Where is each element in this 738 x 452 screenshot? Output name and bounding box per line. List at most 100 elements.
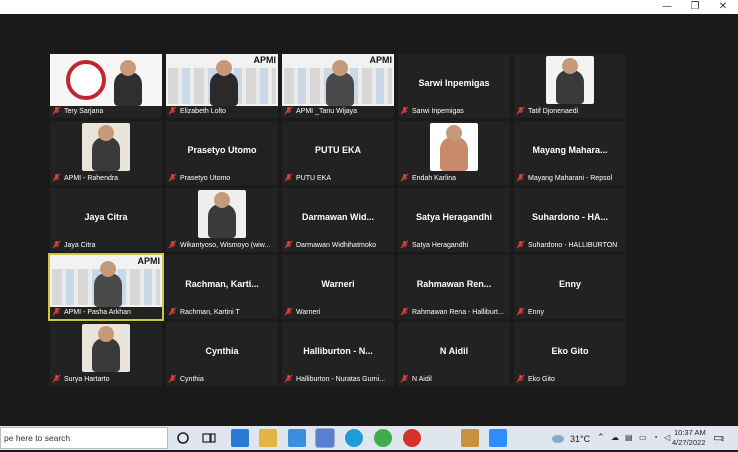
weather-icon[interactable]: [551, 431, 565, 443]
participant-name-label: Tatif Djonenaedi: [516, 106, 624, 117]
participant-video: [114, 60, 142, 106]
participant-tile[interactable]: APMI APMI - Pasha Arkhan: [48, 253, 164, 321]
participant-name-label: Elizabeth Lolto: [168, 106, 276, 117]
virtual-background: APMI: [166, 54, 278, 106]
muted-mic-icon: [516, 240, 525, 249]
participant-name-label: Sarwi Inpemigas: [400, 106, 508, 117]
edge-icon[interactable]: [345, 429, 363, 447]
participant-display-name: Halliburton - N...: [303, 346, 373, 356]
participant-name-label: Mayang Maharani - Repsol: [516, 173, 624, 184]
participant-name: Prasetyo Utomo: [180, 175, 231, 182]
participant-name-label: Warneri: [284, 307, 392, 318]
participant-name: Sarwi Inpemigas: [412, 108, 464, 115]
participant-tile[interactable]: Surya Hartarto: [50, 322, 162, 386]
participant-video: [198, 190, 246, 238]
printer-icon[interactable]: ▤: [625, 433, 633, 442]
participant-tile[interactable]: Prasetyo Utomo Prasetyo Utomo: [166, 121, 278, 185]
restore-button[interactable]: ❐: [680, 0, 710, 14]
muted-mic-icon: [516, 173, 525, 182]
video-gallery: Tery Sarjana APMI Elizabeth Lolto APMI APMI …: [0, 14, 738, 426]
participant-tile[interactable]: Tatif Djonenaedi: [514, 54, 626, 118]
file-explorer-icon[interactable]: [259, 429, 277, 447]
participant-name: Tatif Djonenaedi: [528, 108, 579, 115]
taskbar-search-input[interactable]: pe here to search: [0, 427, 168, 449]
participant-tile[interactable]: Sarwi Inpemigas Sarwi Inpemigas: [398, 54, 510, 118]
mail-icon[interactable]: [231, 429, 249, 447]
participant-name-label: Suhardono - HALLIBURTON: [516, 240, 624, 251]
participant-tile[interactable]: Tery Sarjana: [50, 54, 162, 118]
participant-name: Eko Gito: [528, 376, 555, 383]
muted-mic-icon: [516, 307, 525, 316]
participant-display-name: Satya Heragandhi: [415, 212, 493, 222]
ipa-logo-icon: [66, 60, 106, 100]
battery-icon[interactable]: ▭: [639, 433, 647, 442]
close-button[interactable]: ✕: [708, 0, 738, 14]
volume-icon[interactable]: ◁: [664, 433, 670, 442]
apmi-logo-text: APMI: [369, 55, 393, 65]
participant-name: Endah Karlina: [412, 175, 456, 182]
participant-tile[interactable]: Endah Karlina: [398, 121, 510, 185]
participant-tile[interactable]: Rahmawan Ren... Rahmawan Rena - Halliburt…: [398, 255, 510, 319]
weather-temperature[interactable]: 31°C: [570, 434, 590, 444]
task-view-icon[interactable]: [200, 429, 218, 447]
participant-name-label: APMI _Tanu Wijaya: [284, 106, 392, 117]
cortana-icon[interactable]: [174, 429, 192, 447]
clock-date[interactable]: 4/27/2022: [672, 438, 705, 447]
store-icon[interactable]: [288, 429, 306, 447]
virtual-background: APMI: [282, 54, 394, 106]
app-icon[interactable]: [461, 429, 479, 447]
chrome-icon[interactable]: [374, 429, 392, 447]
participant-video: [546, 56, 594, 104]
chevron-up-icon[interactable]: ⌃: [597, 432, 605, 443]
participant-tile[interactable]: Warneri Warneri: [282, 255, 394, 319]
title-bar: — ❐ ✕: [0, 0, 738, 14]
participant-name-label: Eko Gito: [516, 374, 624, 385]
wifi-icon[interactable]: ◔: [653, 433, 658, 442]
participant-tile[interactable]: Eko Gito Eko Gito: [514, 322, 626, 386]
muted-mic-icon: [516, 106, 525, 115]
participant-tile[interactable]: APMI APMI _Tanu Wijaya: [282, 54, 394, 118]
zoom-app-icon[interactable]: [315, 428, 335, 448]
muted-mic-icon: [400, 106, 409, 115]
muted-mic-icon: [168, 240, 177, 249]
virtual-background: [50, 54, 162, 106]
muted-mic-icon: [284, 240, 293, 249]
participant-name-label: Prasetyo Utomo: [168, 173, 276, 184]
participant-name: APMI - Rahendra: [64, 175, 119, 182]
participant-display-name: PUTU EKA: [314, 145, 361, 155]
participant-name-label: Tery Sarjana: [52, 106, 160, 117]
participant-tile[interactable]: PUTU EKA PUTU EKA: [282, 121, 394, 185]
participant-name: Halliburton - Nuratas Gurni...: [296, 376, 386, 383]
participant-tile[interactable]: Enny Enny: [514, 255, 626, 319]
participant-tile[interactable]: APMI Elizabeth Lolto: [166, 54, 278, 118]
opera-icon[interactable]: [403, 429, 421, 447]
zoom-meeting-icon[interactable]: [489, 429, 507, 447]
participant-name-label: APMI - Rahendra: [52, 173, 160, 184]
participant-tile[interactable]: Darmawan Wid... Darmawan Widhihatmoko: [282, 188, 394, 252]
cloud-icon[interactable]: ☁: [611, 433, 619, 442]
participant-tile[interactable]: Halliburton - N... Halliburton - Nuratas …: [282, 322, 394, 386]
participant-display-name: Enny: [558, 279, 581, 289]
muted-mic-icon: [168, 106, 177, 115]
participant-name: Elizabeth Lolto: [180, 108, 226, 115]
participant-tile[interactable]: Mayang Mahara... Mayang Maharani - Repsol: [514, 121, 626, 185]
participant-tile[interactable]: Rachman, Karti... Rachman, Kartini T: [166, 255, 278, 319]
apmi-logo-text: APMI: [137, 256, 161, 266]
muted-mic-icon: [52, 173, 61, 182]
participant-tile[interactable]: Jaya Citra Jaya Citra: [50, 188, 162, 252]
participant-name: Darmawan Widhihatmoko: [296, 242, 377, 249]
muted-mic-icon: [168, 307, 177, 316]
participant-tile[interactable]: Wikantyoso, Wismoyo (wiw...: [166, 188, 278, 252]
minimize-button[interactable]: —: [652, 0, 682, 14]
muted-mic-icon: [52, 374, 61, 383]
muted-mic-icon: [168, 374, 177, 383]
clock-time[interactable]: 10:37 AM: [674, 428, 706, 437]
participant-name: Rahmawan Rena - Halliburt...: [412, 309, 504, 316]
participant-tile[interactable]: Satya Heragandhi Satya Heragandhi: [398, 188, 510, 252]
participant-tile[interactable]: Suhardono - HA... Suhardono - HALLIBURTON: [514, 188, 626, 252]
participant-name: Tery Sarjana: [64, 108, 104, 115]
participant-tile[interactable]: APMI - Rahendra: [50, 121, 162, 185]
muted-mic-icon: [284, 173, 293, 182]
participant-tile[interactable]: Cynthia Cynthia: [166, 322, 278, 386]
participant-tile[interactable]: N Aidil N Aidil: [398, 322, 510, 386]
